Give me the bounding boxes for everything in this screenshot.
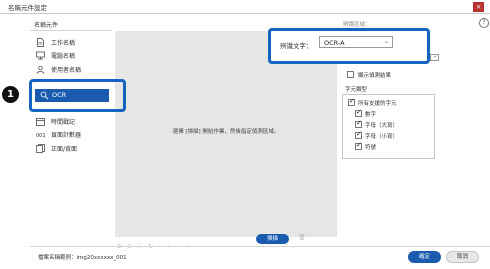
char-type-label: 字母（大寫） [365,123,399,129]
recognize-text-callout: 辨識文字： OCR-A ⌄ [268,28,430,64]
char-type-upper-checkbox[interactable] [355,119,362,128]
sidebar: 名稱元件 工作名稱 電腦名稱 使用者名稱 OCR 時間戳記 001 頁面計數器 … [30,15,112,242]
calendar-icon [36,118,45,126]
recognize-text-label: 辨識文字： [280,42,313,50]
sidebar-item-label: 工作名稱 [51,40,76,47]
chevron-down-icon: ⌄ [383,38,389,45]
svg-text:001: 001 [36,133,45,139]
close-icon: × [475,3,482,11]
sidebar-item-label: 電腦名稱 [51,53,76,60]
computer-icon [36,51,45,60]
trash-icon[interactable]: 🗑 [298,234,306,241]
char-type-all-checkbox[interactable] [348,97,355,106]
scan-button[interactable]: 掃描 [256,234,289,244]
recognize-text-value: OCR-A [324,39,345,47]
dialog-root: 名稱元件設定 × 1 2 名稱元件 工作名稱 電腦名稱 使用者名稱 OCR [0,0,490,269]
char-type-digits-checkbox[interactable] [355,108,362,117]
ok-button[interactable]: 確定 [408,251,441,263]
char-type-label: 所有支援的字元 [358,101,397,107]
char-type-label: 字母（小寫） [365,134,399,140]
chevron-down-icon: ⌄ [433,53,438,59]
sidebar-item-page-counter[interactable]: 001 頁面計數器 [36,129,112,140]
recognition-area-label: 辨識區域： [343,22,371,28]
sidebar-item-label: 使用者名稱 [51,67,82,74]
window-title: 名稱元件設定 [8,4,47,12]
footer-divider [30,246,490,247]
callout-badge-1: 1 [2,86,19,103]
show-results-checkbox[interactable] [347,71,354,78]
char-type-label: 數字 [365,112,377,118]
show-results-label: 顯示偵測結果 [358,73,392,79]
filename-example: 檔案名稱範例：img20xxxxxx_001 [38,255,127,261]
char-type-label: 符號 [365,145,377,151]
char-type-lower-checkbox[interactable] [355,130,362,139]
sidebar-header: 名稱元件 [34,22,59,29]
document-icon [37,38,44,47]
char-type-title: 字元類型 [345,87,368,93]
close-button[interactable]: × [473,2,484,12]
sidebar-item-label: 時間戳記 [51,119,76,126]
user-icon [36,65,45,74]
help-icon[interactable]: ? [479,18,489,28]
sidebar-item-user-name[interactable]: 使用者名稱 [36,64,112,75]
sidebar-item-label: 頁面計數器 [51,132,82,139]
fit-icon[interactable]: ⛶ [137,243,141,251]
pages-icon [36,144,45,153]
sidebar-item-front-back[interactable]: 正面/背面 [36,143,112,154]
title-bar: 名稱元件設定 × [0,0,490,14]
preview-message: 選擇 [掃描] 開始作業，然後指定偵測區域。 [172,129,280,135]
char-type-symbols-checkbox[interactable] [355,141,362,150]
recognize-text-select[interactable]: OCR-A ⌄ [319,36,393,48]
sidebar-item-computer-name[interactable]: 電腦名稱 [36,50,112,61]
ocr-callout-highlight [29,79,126,112]
cancel-button[interactable]: 取消 [446,251,479,263]
char-type-group: 所有支援的字元 數字 字母（大寫） 字母（小寫） 符號 [342,94,435,159]
sidebar-item-job-name[interactable]: 工作名稱 [36,37,112,48]
sidebar-item-timestamp[interactable]: 時間戳記 [36,116,112,127]
recognition-area-select[interactable]: ⌄ [430,53,439,61]
sidebar-item-label: 正面/背面 [51,146,78,153]
sidebar-divider [30,30,112,31]
counter-icon: 001 [36,133,45,139]
